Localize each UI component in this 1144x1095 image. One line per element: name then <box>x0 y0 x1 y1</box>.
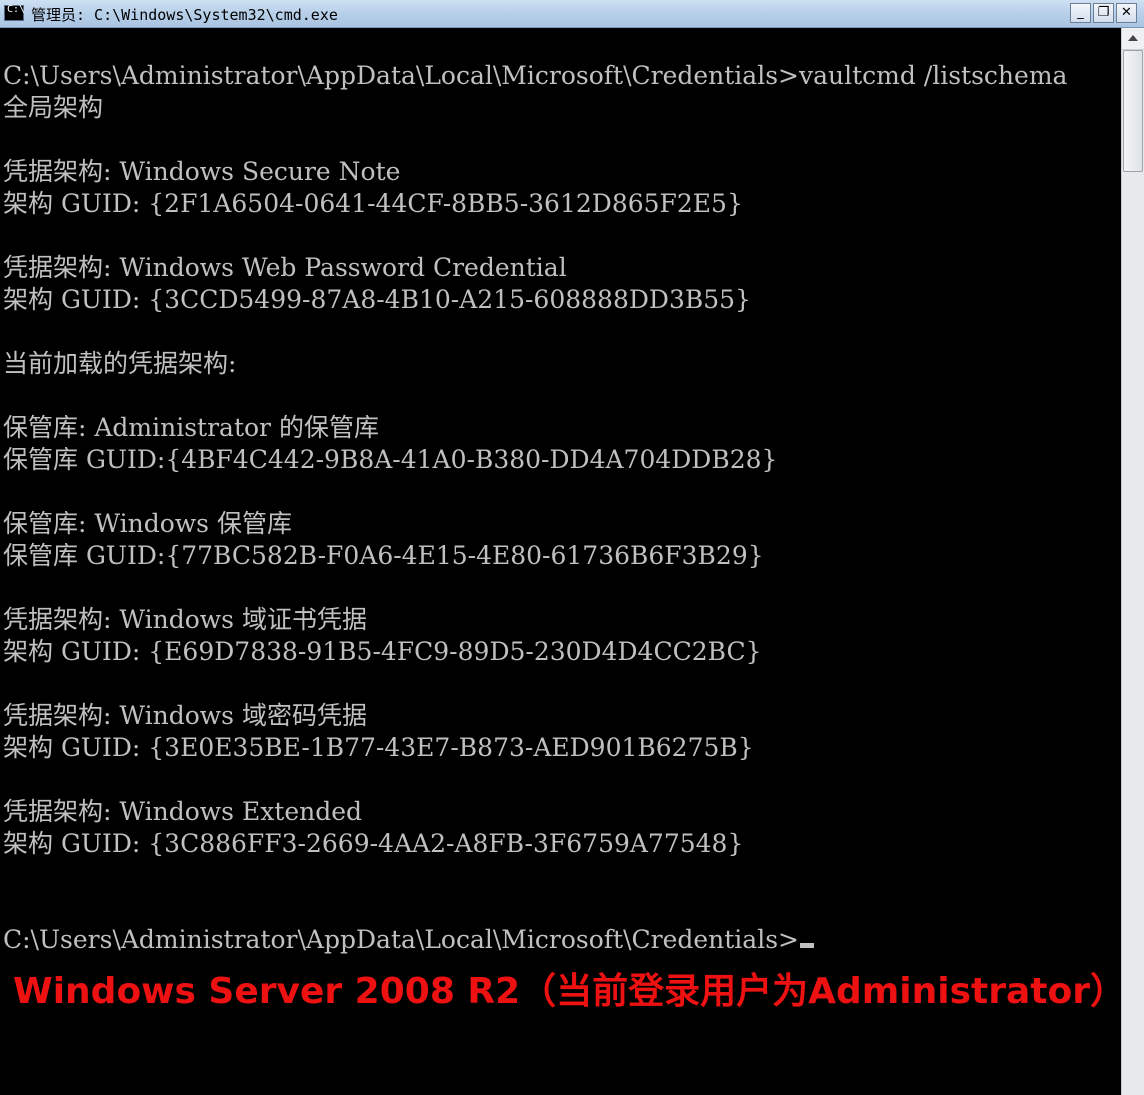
console-line: 保管库 GUID:{77BC582B-F0A6-4E15-4E80-61736B… <box>3 541 764 570</box>
console-line: 凭据架构: Windows 域证书凭据 <box>3 605 367 634</box>
console-line: 架构 GUID: {3CCD5499-87A8-4B10-A215-608888… <box>3 285 751 314</box>
console-output[interactable]: C:\Users\Administrator\AppData\Local\Mic… <box>0 28 1121 1095</box>
window-title: 管理员: C:\Windows\System32\cmd.exe <box>31 6 338 24</box>
cmd-console-icon-glyph: C:\ <box>7 4 26 15</box>
scroll-up-arrow-icon[interactable] <box>1122 28 1144 50</box>
maximize-button[interactable]: ❐ <box>1093 3 1114 23</box>
console-line: 架构 GUID: {3E0E35BE-1B77-43E7-B873-AED901… <box>3 733 754 762</box>
console-line: 全局架构 <box>3 93 104 122</box>
console-line: 当前加载的凭据架构: <box>3 349 237 378</box>
annotation-caption: Windows Server 2008 R2（当前登录用户为Administra… <box>13 971 1126 1012</box>
prompt-line: C:\Users\Administrator\AppData\Local\Mic… <box>3 925 814 955</box>
close-button[interactable]: ✕ <box>1116 3 1137 23</box>
console-line: 保管库: Administrator 的保管库 <box>3 413 379 442</box>
console-line: 凭据架构: Windows Secure Note <box>3 157 401 186</box>
console-line: 架构 GUID: {2F1A6504-0641-44CF-8BB5-3612D8… <box>3 189 743 218</box>
console-line: C:\Users\Administrator\AppData\Local\Mic… <box>3 61 1068 90</box>
console-line: 架构 GUID: {3C886FF3-2669-4AA2-A8FB-3F6759… <box>3 829 744 858</box>
vertical-scrollbar[interactable] <box>1121 28 1144 1095</box>
console-line: 架构 GUID: {E69D7838-91B5-4FC9-89D5-230D4D… <box>3 637 762 666</box>
minimize-button[interactable]: _ <box>1070 3 1091 23</box>
console-line: 凭据架构: Windows 域密码凭据 <box>3 701 367 730</box>
console-line: 保管库: Windows 保管库 <box>3 509 292 538</box>
console-line: 凭据架构: Windows Extended <box>3 797 363 826</box>
cmd-console-icon[interactable]: C:\ <box>4 4 26 21</box>
scrollbar-thumb[interactable] <box>1123 50 1143 172</box>
title-bar[interactable]: C:\ 管理员: C:\Windows\System32\cmd.exe _ ❐… <box>0 0 1144 28</box>
text-cursor <box>799 943 814 948</box>
prompt-text: C:\Users\Administrator\AppData\Local\Mic… <box>3 925 799 954</box>
console-line: 凭据架构: Windows Web Password Credential <box>3 253 567 282</box>
console-line: 保管库 GUID:{4BF4C442-9B8A-41A0-B380-DD4A70… <box>3 445 778 474</box>
